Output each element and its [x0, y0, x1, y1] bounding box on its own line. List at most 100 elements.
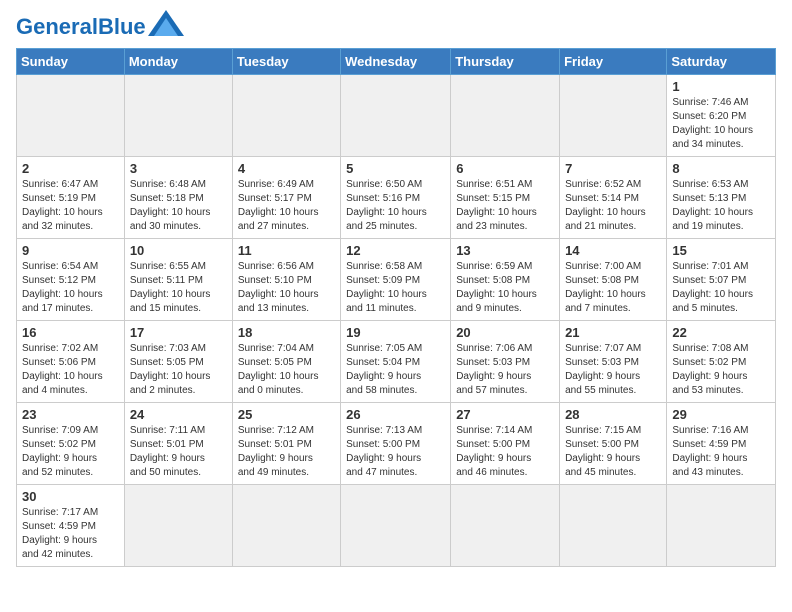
- calendar-cell: 3 Sunrise: 6:48 AM Sunset: 5:18 PM Daylig…: [124, 157, 232, 239]
- calendar-cell: 19 Sunrise: 7:05 AM Sunset: 5:04 PM Dayli…: [341, 321, 451, 403]
- day-number: 13: [456, 243, 554, 258]
- day-number: 29: [672, 407, 770, 422]
- day-number: 8: [672, 161, 770, 176]
- day-info: Sunrise: 6:51 AM Sunset: 5:15 PM Dayligh…: [456, 178, 554, 234]
- weekday-header-monday: Monday: [124, 49, 232, 75]
- day-info: Sunrise: 7:11 AM Sunset: 5:01 PM Dayligh…: [130, 424, 227, 480]
- day-info: Sunrise: 7:13 AM Sunset: 5:00 PM Dayligh…: [346, 424, 445, 480]
- day-number: 6: [456, 161, 554, 176]
- day-info: Sunrise: 7:03 AM Sunset: 5:05 PM Dayligh…: [130, 342, 227, 398]
- day-info: Sunrise: 6:58 AM Sunset: 5:09 PM Dayligh…: [346, 260, 445, 316]
- weekday-header-friday: Friday: [560, 49, 667, 75]
- day-number: 10: [130, 243, 227, 258]
- day-info: Sunrise: 7:16 AM Sunset: 4:59 PM Dayligh…: [672, 424, 770, 480]
- day-number: 23: [22, 407, 119, 422]
- calendar-cell: [451, 75, 560, 157]
- calendar-cell: 7 Sunrise: 6:52 AM Sunset: 5:14 PM Daylig…: [560, 157, 667, 239]
- weekday-header-tuesday: Tuesday: [232, 49, 340, 75]
- calendar-week-2: 2Sunrise: 6:47 AM Sunset: 5:19 PM Daylig…: [17, 157, 776, 239]
- logo-blue: Blue: [98, 14, 146, 39]
- calendar-cell: 18 Sunrise: 7:04 AM Sunset: 5:05 PM Dayli…: [232, 321, 340, 403]
- calendar-cell: [17, 75, 125, 157]
- calendar-cell: 5Sunrise: 6:50 AM Sunset: 5:16 PM Daylig…: [341, 157, 451, 239]
- calendar-cell: 26 Sunrise: 7:13 AM Sunset: 5:00 PM Dayli…: [341, 403, 451, 485]
- calendar-cell: [341, 485, 451, 567]
- calendar-table: SundayMondayTuesdayWednesdayThursdayFrid…: [16, 48, 776, 567]
- day-number: 4: [238, 161, 335, 176]
- day-info: Sunrise: 6:59 AM Sunset: 5:08 PM Dayligh…: [456, 260, 554, 316]
- calendar-cell: 30 Sunrise: 7:17 AM Sunset: 4:59 PM Dayli…: [17, 485, 125, 567]
- calendar-cell: 4 Sunrise: 6:49 AM Sunset: 5:17 PM Daylig…: [232, 157, 340, 239]
- day-number: 28: [565, 407, 661, 422]
- day-number: 18: [238, 325, 335, 340]
- calendar-cell: [560, 485, 667, 567]
- calendar-cell: [451, 485, 560, 567]
- day-info: Sunrise: 7:46 AM Sunset: 6:20 PM Dayligh…: [672, 96, 770, 152]
- day-number: 9: [22, 243, 119, 258]
- day-info: Sunrise: 6:53 AM Sunset: 5:13 PM Dayligh…: [672, 178, 770, 234]
- day-info: Sunrise: 7:02 AM Sunset: 5:06 PM Dayligh…: [22, 342, 119, 398]
- calendar-cell: 2Sunrise: 6:47 AM Sunset: 5:19 PM Daylig…: [17, 157, 125, 239]
- calendar-cell: 13 Sunrise: 6:59 AM Sunset: 5:08 PM Dayli…: [451, 239, 560, 321]
- day-info: Sunrise: 7:17 AM Sunset: 4:59 PM Dayligh…: [22, 506, 119, 562]
- day-info: Sunrise: 7:06 AM Sunset: 5:03 PM Dayligh…: [456, 342, 554, 398]
- calendar-week-3: 9Sunrise: 6:54 AM Sunset: 5:12 PM Daylig…: [17, 239, 776, 321]
- day-number: 19: [346, 325, 445, 340]
- day-info: Sunrise: 6:48 AM Sunset: 5:18 PM Dayligh…: [130, 178, 227, 234]
- day-number: 2: [22, 161, 119, 176]
- calendar-cell: 24 Sunrise: 7:11 AM Sunset: 5:01 PM Dayli…: [124, 403, 232, 485]
- day-info: Sunrise: 6:56 AM Sunset: 5:10 PM Dayligh…: [238, 260, 335, 316]
- calendar-cell: [124, 75, 232, 157]
- day-info: Sunrise: 6:55 AM Sunset: 5:11 PM Dayligh…: [130, 260, 227, 316]
- day-number: 3: [130, 161, 227, 176]
- calendar-cell: [124, 485, 232, 567]
- calendar-cell: [341, 75, 451, 157]
- day-number: 26: [346, 407, 445, 422]
- calendar-cell: 10 Sunrise: 6:55 AM Sunset: 5:11 PM Dayli…: [124, 239, 232, 321]
- day-info: Sunrise: 6:49 AM Sunset: 5:17 PM Dayligh…: [238, 178, 335, 234]
- calendar-cell: 17Sunrise: 7:03 AM Sunset: 5:05 PM Dayli…: [124, 321, 232, 403]
- day-number: 21: [565, 325, 661, 340]
- day-info: Sunrise: 7:00 AM Sunset: 5:08 PM Dayligh…: [565, 260, 661, 316]
- logo-general: General: [16, 14, 98, 39]
- calendar-week-5: 23 Sunrise: 7:09 AM Sunset: 5:02 PM Dayli…: [17, 403, 776, 485]
- calendar-cell: 16 Sunrise: 7:02 AM Sunset: 5:06 PM Dayli…: [17, 321, 125, 403]
- day-number: 24: [130, 407, 227, 422]
- day-info: Sunrise: 7:04 AM Sunset: 5:05 PM Dayligh…: [238, 342, 335, 398]
- day-number: 20: [456, 325, 554, 340]
- day-info: Sunrise: 7:09 AM Sunset: 5:02 PM Dayligh…: [22, 424, 119, 480]
- calendar-week-4: 16 Sunrise: 7:02 AM Sunset: 5:06 PM Dayli…: [17, 321, 776, 403]
- calendar-cell: 25Sunrise: 7:12 AM Sunset: 5:01 PM Dayli…: [232, 403, 340, 485]
- calendar-cell: 27Sunrise: 7:14 AM Sunset: 5:00 PM Dayli…: [451, 403, 560, 485]
- calendar-week-1: 1 Sunrise: 7:46 AM Sunset: 6:20 PM Daylig…: [17, 75, 776, 157]
- calendar-cell: 22Sunrise: 7:08 AM Sunset: 5:02 PM Dayli…: [667, 321, 776, 403]
- calendar-cell: 23 Sunrise: 7:09 AM Sunset: 5:02 PM Dayli…: [17, 403, 125, 485]
- day-number: 22: [672, 325, 770, 340]
- weekday-header-sunday: Sunday: [17, 49, 125, 75]
- logo-icon: [148, 10, 184, 36]
- day-info: Sunrise: 6:50 AM Sunset: 5:16 PM Dayligh…: [346, 178, 445, 234]
- calendar-cell: 15Sunrise: 7:01 AM Sunset: 5:07 PM Dayli…: [667, 239, 776, 321]
- calendar-cell: 28 Sunrise: 7:15 AM Sunset: 5:00 PM Dayli…: [560, 403, 667, 485]
- day-info: Sunrise: 6:52 AM Sunset: 5:14 PM Dayligh…: [565, 178, 661, 234]
- day-number: 27: [456, 407, 554, 422]
- day-info: Sunrise: 7:05 AM Sunset: 5:04 PM Dayligh…: [346, 342, 445, 398]
- calendar-cell: 8 Sunrise: 6:53 AM Sunset: 5:13 PM Daylig…: [667, 157, 776, 239]
- day-info: Sunrise: 7:12 AM Sunset: 5:01 PM Dayligh…: [238, 424, 335, 480]
- calendar-cell: 12 Sunrise: 6:58 AM Sunset: 5:09 PM Dayli…: [341, 239, 451, 321]
- calendar-cell: 9Sunrise: 6:54 AM Sunset: 5:12 PM Daylig…: [17, 239, 125, 321]
- calendar-cell: 11 Sunrise: 6:56 AM Sunset: 5:10 PM Dayli…: [232, 239, 340, 321]
- calendar-cell: [560, 75, 667, 157]
- calendar-cell: 6 Sunrise: 6:51 AM Sunset: 5:15 PM Daylig…: [451, 157, 560, 239]
- day-number: 14: [565, 243, 661, 258]
- day-number: 11: [238, 243, 335, 258]
- day-number: 16: [22, 325, 119, 340]
- day-number: 12: [346, 243, 445, 258]
- weekday-header-row: SundayMondayTuesdayWednesdayThursdayFrid…: [17, 49, 776, 75]
- calendar-cell: 1 Sunrise: 7:46 AM Sunset: 6:20 PM Daylig…: [667, 75, 776, 157]
- weekday-header-wednesday: Wednesday: [341, 49, 451, 75]
- day-number: 7: [565, 161, 661, 176]
- day-number: 1: [672, 79, 770, 94]
- day-number: 30: [22, 489, 119, 504]
- day-info: Sunrise: 7:15 AM Sunset: 5:00 PM Dayligh…: [565, 424, 661, 480]
